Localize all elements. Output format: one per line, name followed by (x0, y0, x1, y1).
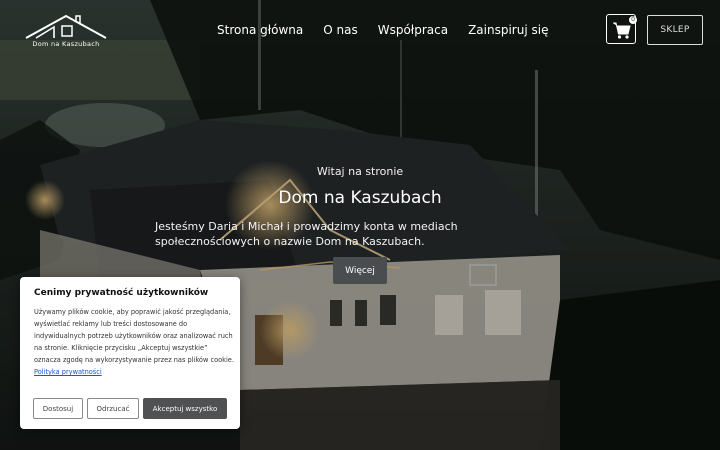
brand-name: Dom na Kaszubach (32, 40, 100, 48)
shop-button[interactable]: SKLEP (647, 15, 703, 45)
cart-button[interactable]: 0 (606, 14, 637, 44)
accept-all-button[interactable]: Akceptuj wszystko (143, 398, 227, 419)
site-logo[interactable]: Dom na Kaszubach (24, 12, 108, 52)
hero-kicker: Witaj na stronie (316, 165, 404, 178)
customize-button[interactable]: Dostosuj (33, 398, 83, 419)
cookie-title: Cenimy prywatność użytkowników (34, 288, 209, 298)
nav-item-home[interactable]: Strona główna (217, 23, 303, 37)
nav-item-about[interactable]: O nas (323, 23, 357, 37)
house-logo-icon (25, 14, 107, 39)
main-nav: Strona główna O nas Współpraca Zainspiru… (217, 23, 568, 37)
cookie-body-text: Używamy plików cookie, aby poprawić jako… (34, 308, 234, 364)
cookie-consent-dialog: Cenimy prywatność użytkowników Używamy p… (20, 277, 240, 429)
hero-description: Jesteśmy Daria i Michał i prowadzimy kon… (155, 220, 458, 248)
nav-item-cooperation[interactable]: Współpraca (378, 23, 448, 37)
cart-count-badge: 0 (629, 16, 637, 24)
reject-button[interactable]: Odrzucać (87, 398, 139, 419)
more-button[interactable]: Więcej (333, 257, 387, 284)
cookie-body: Używamy plików cookie, aby poprawić jako… (34, 306, 234, 378)
privacy-policy-link[interactable]: Polityka prywatności (34, 368, 102, 376)
hero-title: Dom na Kaszubach (278, 188, 442, 208)
nav-item-inspiration[interactable]: Zainspiruj się (468, 23, 548, 37)
